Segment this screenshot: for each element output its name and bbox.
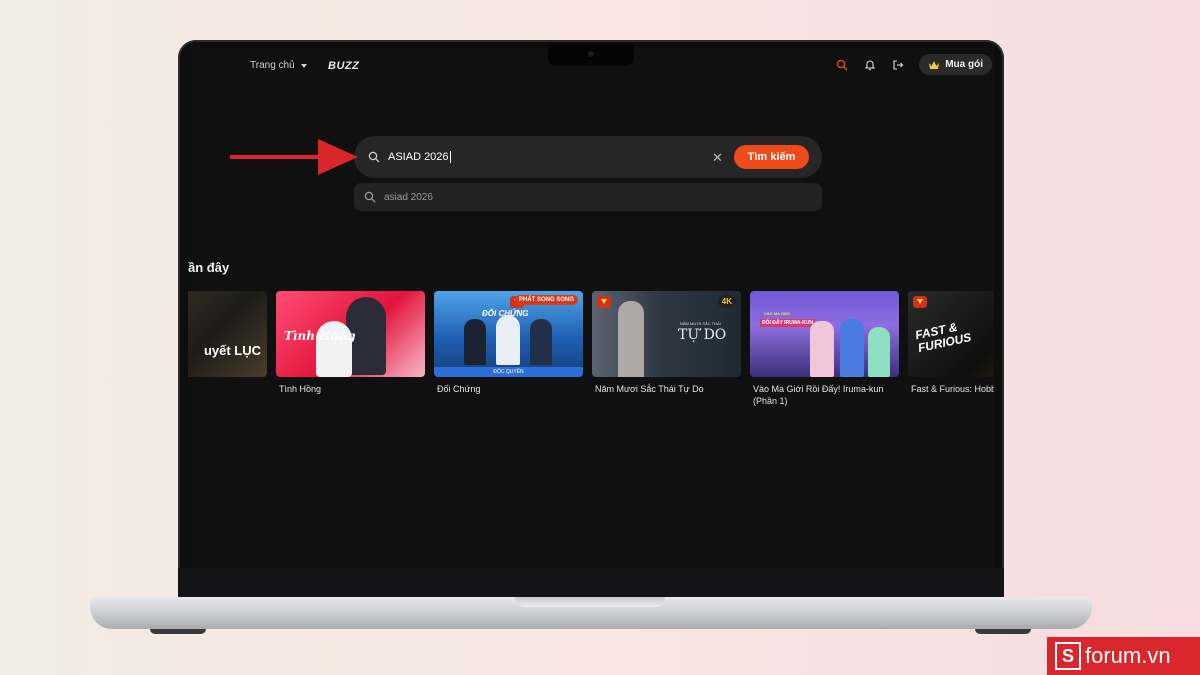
annotation-arrow-shaft (230, 155, 330, 159)
recent-card[interactable]: uyết LỤC (188, 291, 267, 383)
4k-badge: 4K (717, 295, 736, 308)
search-bar: ASIAD 2026 ✕ Tìm kiếm (354, 136, 822, 178)
thumb-subtext: VÀO MA GIỚI (764, 311, 790, 316)
card-thumbnail: Tình Hồng (276, 291, 425, 377)
recent-section-title: ần đây (188, 260, 230, 275)
buy-package-button[interactable]: Mua gói (919, 54, 992, 75)
thumb-text: uyết LỤC (203, 343, 261, 358)
watermark-logo-letter: S (1055, 642, 1081, 670)
logout-icon[interactable] (891, 58, 905, 72)
card-thumbnail: uyết LỤC (188, 291, 267, 377)
recent-carousel: uyết LỤC Tình Hồng Tình Hồng PHÁT SONG S… (188, 291, 994, 451)
laptop-foot-left (150, 629, 206, 634)
search-suggestion-item[interactable]: asiad 2026 (354, 183, 822, 211)
app-screen: Trang chủ BUZZ Mua gói ASIAD 2026 ✕ Tìm … (188, 48, 994, 568)
search-submit-button[interactable]: Tìm kiếm (734, 145, 809, 169)
card-thumbnail: VÀO MA GIỚI RỒI ĐẤY IRUMA-KUN (750, 291, 899, 377)
card-thumbnail: 4K NĂM MƯƠI SẮC THÁI TỰ DO (592, 291, 741, 377)
laptop-foot-right (975, 629, 1031, 634)
text-cursor (449, 151, 451, 163)
thumb-text: Tình Hồng (284, 329, 356, 343)
card-title: Vào Ma Giới Rồi Đấy! Iruma-kun (Phần 1) (753, 384, 884, 406)
search-suggestion-text: asiad 2026 (384, 191, 433, 203)
buy-package-label: Mua gói (945, 59, 983, 70)
recent-card[interactable]: PHÁT SONG SONG ĐỐI CHỨNG ĐỘC QUYỀN Đối C… (434, 291, 583, 395)
search-query: ASIAD 2026 (388, 151, 449, 163)
search-icon (368, 151, 380, 163)
thumb-text: TỰ DO (678, 327, 727, 343)
search-input[interactable]: ASIAD 2026 (388, 151, 688, 163)
thumb-text: RỒI ĐẤY IRUMA-KUN (760, 319, 816, 327)
nav-home-label: Trang chủ (250, 60, 295, 71)
simulcast-badge: PHÁT SONG SONG (514, 295, 578, 305)
chevron-down-icon (300, 63, 307, 68)
annotation-arrow-icon (318, 139, 358, 175)
nav-actions: Mua gói (835, 54, 994, 75)
laptop-base-notch (515, 597, 665, 607)
nav-home-menu[interactable]: Trang chủ (250, 60, 307, 71)
recent-card[interactable]: 4K NĂM MƯƠI SẮC THÁI TỰ DO Năm Mươi Sắc … (592, 291, 741, 395)
card-thumbnail: FAST & FURIOUS (908, 291, 994, 377)
thumb-subtext: NĂM MƯƠI SẮC THÁI (680, 321, 721, 326)
exclusive-label: ĐỘC QUYỀN (434, 367, 583, 377)
watermark-text: forum.vn (1085, 643, 1171, 668)
card-title: Fast & Furious: Hobb (911, 384, 994, 394)
search-icon[interactable] (835, 58, 849, 72)
recent-card[interactable]: Tình Hồng Tình Hồng (276, 291, 425, 395)
close-icon[interactable]: ✕ (712, 150, 723, 166)
card-thumbnail: PHÁT SONG SONG ĐỐI CHỨNG ĐỘC QUYỀN (434, 291, 583, 377)
premium-gem-icon (597, 296, 611, 308)
nav-brand-buzz[interactable]: BUZZ (328, 60, 359, 72)
bell-icon[interactable] (863, 58, 877, 72)
crown-icon (929, 60, 940, 69)
sforum-watermark: S forum.vn (1047, 637, 1200, 675)
card-title: Tình Hồng (279, 384, 322, 394)
laptop-bottom-bezel (178, 568, 1004, 598)
recent-card[interactable]: FAST & FURIOUS Fast & Furious: Hobb (908, 291, 994, 395)
thumb-text: FAST & FURIOUS (913, 319, 973, 356)
card-title: Đối Chứng (437, 384, 481, 394)
search-icon (364, 191, 376, 203)
card-title: Năm Mươi Sắc Thái Tự Do (595, 384, 704, 394)
premium-gem-icon (913, 296, 927, 308)
camera-notch (548, 44, 634, 66)
recent-card[interactable]: VÀO MA GIỚI RỒI ĐẤY IRUMA-KUN Vào Ma Giớ… (750, 291, 899, 407)
thumb-text: ĐỐI CHỨNG (482, 309, 529, 318)
